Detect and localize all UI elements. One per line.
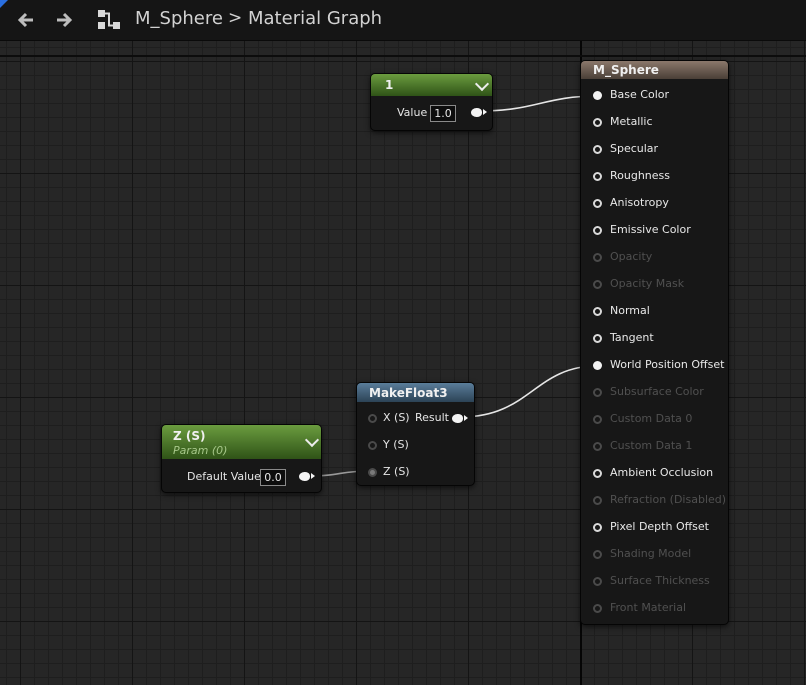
pin-label-custom-data-0: Custom Data 0 bbox=[610, 412, 693, 425]
pin-surface-thickness bbox=[593, 577, 602, 586]
constant-node-header[interactable]: 1 bbox=[371, 74, 492, 96]
param-default-value-field[interactable]: 0.0 bbox=[260, 469, 286, 486]
makefloat3-result-label: Result bbox=[415, 411, 449, 424]
param-node-subtitle: Param (0) bbox=[173, 444, 228, 457]
pin-label-opacity: Opacity bbox=[610, 250, 653, 263]
pin-label-roughness: Roughness bbox=[610, 169, 671, 182]
pin-label-metallic: Metallic bbox=[610, 115, 653, 128]
pin-label-shading-model: Shading Model bbox=[610, 547, 692, 560]
graph-origin-horizontal-line bbox=[0, 55, 806, 57]
param-output-pin[interactable] bbox=[299, 472, 310, 481]
pin-specular[interactable] bbox=[593, 145, 602, 154]
pin-label-world-position-offset: World Position Offset bbox=[610, 358, 725, 371]
pin-label-subsurface-color: Subsurface Color bbox=[610, 385, 704, 398]
param-node[interactable]: Z (S) Param (0) Default Value 0.0 bbox=[161, 424, 322, 493]
breadcrumb-graph: Material Graph bbox=[248, 8, 383, 29]
pin-pixel-depth-offset[interactable] bbox=[593, 523, 602, 532]
pin-label-emissive-color: Emissive Color bbox=[610, 223, 691, 236]
pin-opacity bbox=[593, 253, 602, 262]
material-result-node-title: M_Sphere bbox=[593, 63, 659, 77]
pin-custom-data-1 bbox=[593, 442, 602, 451]
param-node-header[interactable]: Z (S) Param (0) bbox=[162, 425, 321, 459]
focus-corner-marker bbox=[0, 0, 8, 8]
pin-tangent[interactable] bbox=[593, 334, 602, 343]
pin-label-anisotropy: Anisotropy bbox=[610, 196, 669, 209]
chevron-down-icon[interactable] bbox=[304, 432, 320, 448]
param-default-value-label: Default Value bbox=[187, 470, 261, 483]
pin-subsurface-color bbox=[593, 388, 602, 397]
makefloat3-z-label: Z (S) bbox=[383, 465, 410, 478]
makefloat3-result-pin[interactable] bbox=[452, 414, 463, 423]
material-result-node-header[interactable]: M_Sphere bbox=[581, 61, 728, 79]
pin-label-pixel-depth-offset: Pixel Depth Offset bbox=[610, 520, 709, 533]
makefloat3-node[interactable]: MakeFloat3 X (S) Result Y (S) Z (S) bbox=[356, 382, 475, 486]
pin-label-ambient-occlusion: Ambient Occlusion bbox=[610, 466, 714, 479]
pin-roughness[interactable] bbox=[593, 172, 602, 181]
breadcrumb-separator: > bbox=[228, 8, 243, 28]
pin-label-surface-thickness: Surface Thickness bbox=[610, 574, 710, 587]
pin-custom-data-0 bbox=[593, 415, 602, 424]
makefloat3-node-header[interactable]: MakeFloat3 bbox=[357, 383, 474, 402]
makefloat3-z-pin[interactable] bbox=[368, 468, 377, 477]
pin-label-front-material: Front Material bbox=[610, 601, 687, 614]
pin-shading-model bbox=[593, 550, 602, 559]
constant-value-field[interactable]: 1.0 bbox=[430, 105, 456, 122]
makefloat3-y-pin[interactable] bbox=[368, 441, 377, 450]
pin-label-specular: Specular bbox=[610, 142, 659, 155]
constant-node-title: 1 bbox=[385, 78, 394, 92]
pin-label-tangent: Tangent bbox=[610, 331, 654, 344]
pin-label-normal: Normal bbox=[610, 304, 650, 317]
pin-anisotropy[interactable] bbox=[593, 199, 602, 208]
constant-output-pin[interactable] bbox=[471, 108, 482, 117]
pin-base-color[interactable] bbox=[593, 91, 602, 100]
back-button[interactable] bbox=[16, 10, 36, 30]
pin-ambient-occlusion[interactable] bbox=[593, 469, 602, 478]
pin-normal[interactable] bbox=[593, 307, 602, 316]
makefloat3-x-pin[interactable] bbox=[368, 414, 377, 423]
makefloat3-node-title: MakeFloat3 bbox=[369, 386, 448, 400]
param-node-title: Z (S) bbox=[173, 429, 206, 443]
chevron-down-icon[interactable] bbox=[474, 76, 490, 92]
pin-world-position-offset[interactable] bbox=[593, 361, 602, 370]
pin-front-material bbox=[593, 604, 602, 613]
output-arrow-icon bbox=[483, 109, 487, 115]
arrow-right-icon bbox=[57, 12, 73, 28]
pin-metallic[interactable] bbox=[593, 118, 602, 127]
constant-node[interactable]: 1 Value 1.0 bbox=[370, 73, 493, 131]
material-graph-icon bbox=[97, 9, 121, 31]
pin-refraction bbox=[593, 496, 602, 505]
output-arrow-icon bbox=[464, 415, 468, 421]
makefloat3-y-label: Y (S) bbox=[383, 438, 409, 451]
arrow-left-icon bbox=[17, 12, 33, 28]
graph-toolbar: M_Sphere > Material Graph bbox=[0, 0, 806, 41]
pin-opacity-mask bbox=[593, 280, 602, 289]
breadcrumb-asset[interactable]: M_Sphere bbox=[135, 8, 223, 29]
pin-label-opacity-mask: Opacity Mask bbox=[610, 277, 685, 290]
forward-button[interactable] bbox=[54, 10, 74, 30]
constant-value-label: Value bbox=[397, 106, 428, 119]
pin-emissive-color[interactable] bbox=[593, 226, 602, 235]
pin-label-refraction: Refraction (Disabled) bbox=[610, 493, 727, 506]
pin-label-base-color: Base Color bbox=[610, 88, 670, 101]
makefloat3-x-label: X (S) bbox=[383, 411, 410, 424]
output-arrow-icon bbox=[311, 473, 315, 479]
pin-label-custom-data-1: Custom Data 1 bbox=[610, 439, 693, 452]
